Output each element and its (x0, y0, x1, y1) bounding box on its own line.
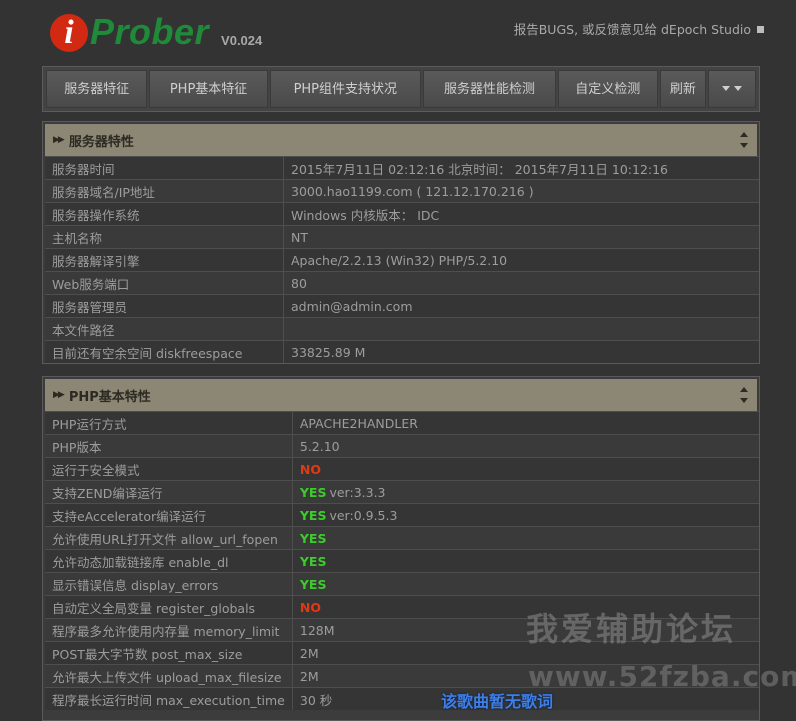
version-label: V0.024 (221, 33, 263, 48)
row-key: 服务器操作系统 (45, 202, 284, 226)
table-row: 允许动态加载链接库 enable_dl YES (45, 549, 759, 573)
feedback-text: 报告BUGS, 或反馈意见给 dEpoch Studio (513, 22, 751, 37)
row-key: 本文件路径 (45, 317, 284, 341)
chevron-down-icon (722, 86, 731, 91)
row-key: Web服务端口 (45, 271, 284, 295)
row-key: 显示错误信息 display_errors (45, 572, 293, 596)
row-key: 程序最多允许使用内存量 memory_limit (45, 618, 293, 642)
table-row: 主机名称 NT (45, 225, 759, 249)
row-key: 支持eAccelerator编译运行 (45, 503, 293, 527)
nav-custom-check[interactable]: 自定义检测 (558, 70, 658, 108)
watermark-url: www.52fzba.com (528, 660, 796, 693)
row-value: Apache/2.2.13 (Win32) PHP/5.2.10 (283, 248, 759, 272)
row-key: PHP运行方式 (45, 411, 293, 435)
row-value: 128M (299, 622, 335, 638)
row-key: 服务器解译引擎 (45, 248, 284, 272)
nav-php-basic[interactable]: PHP基本特征 (149, 70, 268, 108)
logo-text: Prober (90, 11, 210, 52)
table-row: 支持ZEND编译运行 YES ver:3.3.3 (45, 480, 759, 504)
table-row: Web服务端口 80 (45, 271, 759, 295)
table-row: PHP版本 5.2.10 (45, 434, 759, 458)
top-nav: 服务器特征 PHP基本特征 PHP组件支持状况 服务器性能检测 自定义检测 刷新 (42, 66, 760, 112)
nav-php-components[interactable]: PHP组件支持状况 (269, 70, 421, 108)
row-key: 支持ZEND编译运行 (45, 480, 293, 504)
table-row: PHP运行方式 APACHE2HANDLER (45, 411, 759, 435)
row-value (283, 317, 759, 341)
table-row: 显示错误信息 display_errors YES (45, 572, 759, 596)
table-row: 本文件路径 (45, 317, 759, 341)
row-key: 运行于安全模式 (45, 457, 293, 481)
status-no: NO (299, 599, 321, 615)
row-value: 2M (299, 645, 319, 661)
row-value: 2015年7月11日 02:12:16 北京时间： 2015年7月11日 10:… (283, 156, 759, 180)
table-row: 支持eAccelerator编译运行 YES ver:0.9.5.3 (45, 503, 759, 527)
status-yes: YES (299, 530, 327, 546)
table-row: 运行于安全模式 NO (45, 457, 759, 481)
row-key: 服务器域名/IP地址 (45, 179, 284, 203)
admin-email-link[interactable]: admin@admin.com (283, 294, 759, 318)
app-logo: i Prober V0.024 (50, 8, 262, 52)
row-key: 自动定义全局变量 register_globals (45, 595, 293, 619)
row-key: 程序最长运行时间 max_execution_time (45, 687, 293, 710)
row-value: NT (283, 225, 759, 249)
lyric-overlay: 该歌曲暂无歌词 (441, 692, 554, 711)
status-yes: YES (299, 553, 327, 569)
nav-performance[interactable]: 服务器性能检测 (422, 70, 557, 108)
panel-title: 服务器特性 (68, 134, 134, 150)
collapse-toggle-icon[interactable] (739, 387, 749, 403)
feedback-link[interactable]: 报告BUGS, 或反馈意见给 dEpoch Studio (514, 19, 764, 38)
server-features-panel: ▶▶ 服务器特性 服务器时间 2015年7月11日 02:12:16 北京时间： … (42, 121, 760, 364)
row-key: 主机名称 (45, 225, 284, 249)
double-arrow-icon: ▶▶ (53, 390, 65, 400)
version-text: ver:0.9.5.3 (329, 507, 398, 523)
nav-refresh[interactable]: 刷新 (659, 70, 707, 108)
status-no: NO (299, 461, 321, 477)
chevron-down-icon (734, 86, 743, 91)
row-key: 目前还有空余空间 diskfreespace (45, 340, 284, 363)
table-row: 服务器操作系统 Windows 内核版本： IDC (45, 202, 759, 226)
panel-header: ▶▶ PHP基本特性 (45, 379, 757, 411)
table-row: 服务器域名/IP地址 3000.hao1199.com ( 121.12.170.… (45, 179, 759, 203)
panel-header: ▶▶ 服务器特性 (45, 124, 757, 156)
logo-i-badge: i (50, 14, 88, 52)
version-text: ver:3.3.3 (329, 484, 386, 500)
row-key: PHP版本 (45, 434, 293, 458)
row-value: 80 (283, 271, 759, 295)
row-key: 服务器时间 (45, 156, 284, 180)
row-value: 30 秒 (299, 692, 333, 708)
square-icon (757, 26, 764, 33)
nav-server-features[interactable]: 服务器特征 (46, 70, 148, 108)
table-row: 服务器管理员 admin@admin.com (45, 294, 759, 318)
row-value: 2M (299, 668, 319, 684)
panel-title: PHP基本特性 (68, 389, 151, 405)
status-yes: YES (299, 576, 327, 592)
status-yes: YES (299, 507, 327, 523)
row-key: 服务器管理员 (45, 294, 284, 318)
nav-more-dropdown[interactable] (708, 70, 756, 108)
table-row: 服务器时间 2015年7月11日 02:12:16 北京时间： 2015年7月11… (45, 156, 759, 180)
table-row: 允许使用URL打开文件 allow_url_fopen YES (45, 526, 759, 550)
row-key: 允许动态加载链接库 enable_dl (45, 549, 293, 573)
row-value: 33825.89 M (283, 340, 759, 363)
status-yes: YES (299, 484, 327, 500)
row-key: 允许使用URL打开文件 allow_url_fopen (45, 526, 293, 550)
collapse-toggle-icon[interactable] (739, 132, 749, 148)
watermark-title: 我爱辅助论坛 (526, 610, 737, 648)
table-row: 目前还有空余空间 diskfreespace 33825.89 M (45, 340, 759, 363)
row-value: Windows 内核版本： IDC (283, 202, 759, 226)
row-value: 5.2.10 (299, 438, 340, 454)
double-arrow-icon: ▶▶ (53, 135, 65, 145)
table-row: 服务器解译引擎 Apache/2.2.13 (Win32) PHP/5.2.10 (45, 248, 759, 272)
server-features-table: 服务器时间 2015年7月11日 02:12:16 北京时间： 2015年7月11… (45, 156, 759, 363)
row-value: APACHE2HANDLER (299, 415, 418, 431)
row-key: POST最大字节数 post_max_size (45, 641, 293, 665)
row-key: 允许最大上传文件 upload_max_filesize (45, 664, 293, 688)
row-value: 3000.hao1199.com ( 121.12.170.216 ) (283, 179, 759, 203)
